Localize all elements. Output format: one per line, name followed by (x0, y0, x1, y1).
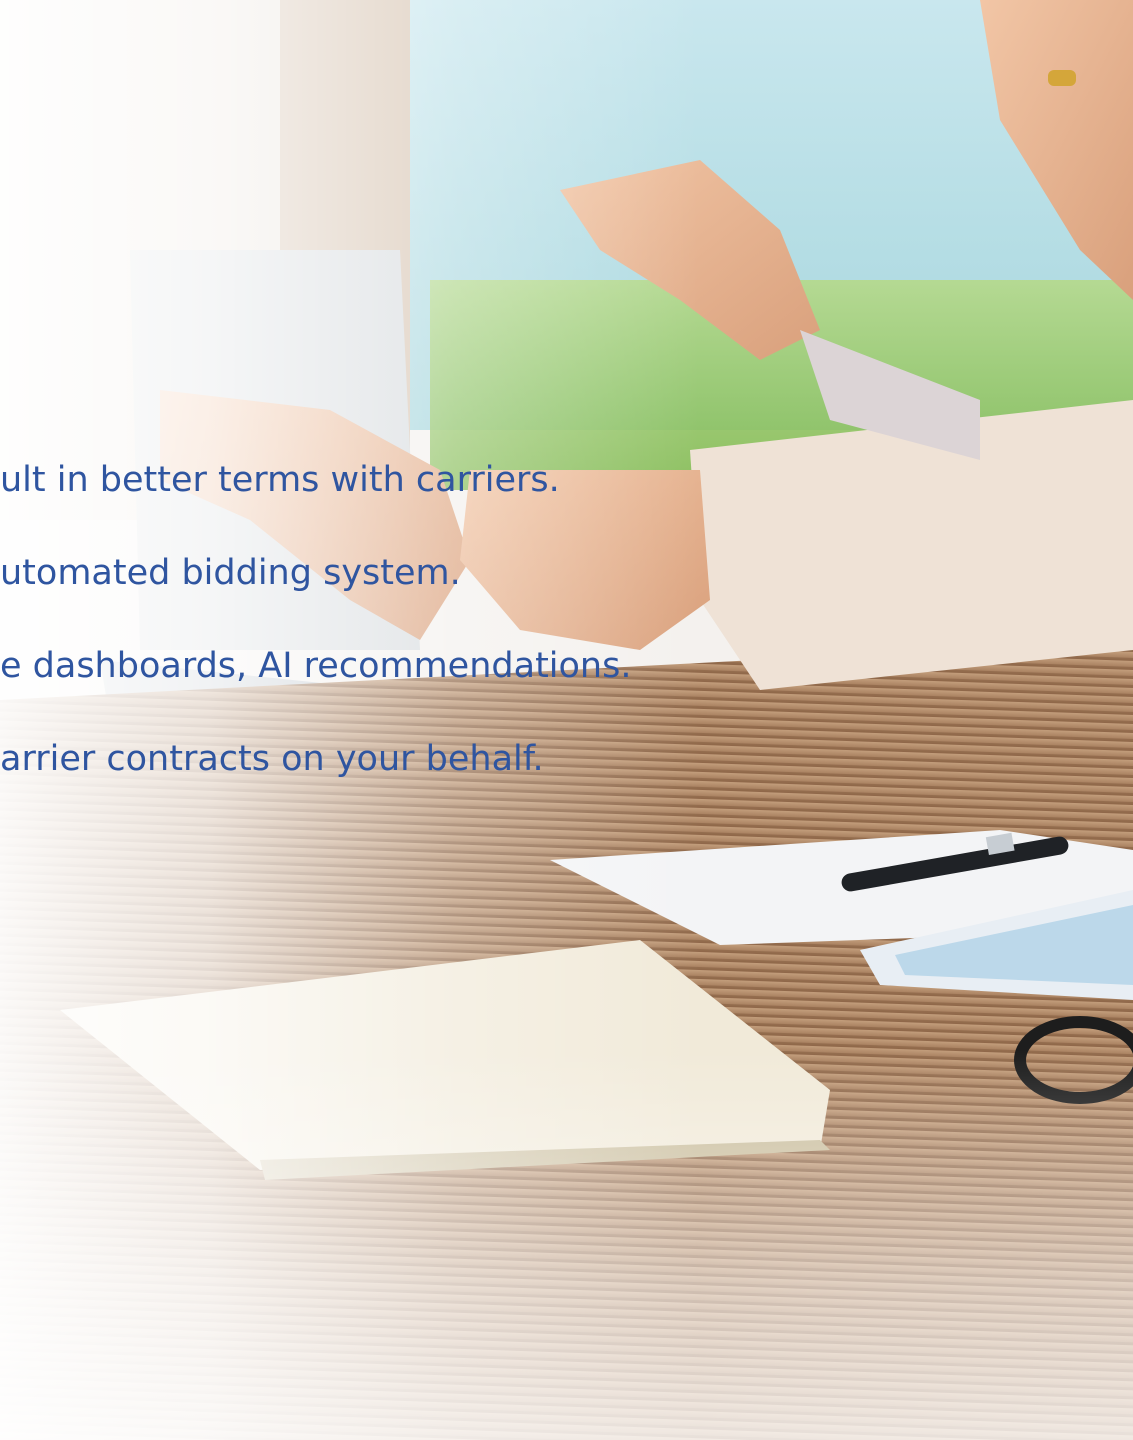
bullet-item-better-terms: ult in better terms with carriers. (0, 460, 560, 500)
slide-canvas: ult in better terms with carriers. utoma… (0, 0, 1133, 1440)
bullet-item-automated-bidding: utomated bidding system. (0, 553, 461, 593)
bullet-item-carrier-contracts: arrier contracts on your behalf. (0, 739, 544, 779)
bullet-item-dashboards: e dashboards, AI recommendations. (0, 646, 632, 686)
bullet-list: ult in better terms with carriers. utoma… (0, 455, 1133, 827)
